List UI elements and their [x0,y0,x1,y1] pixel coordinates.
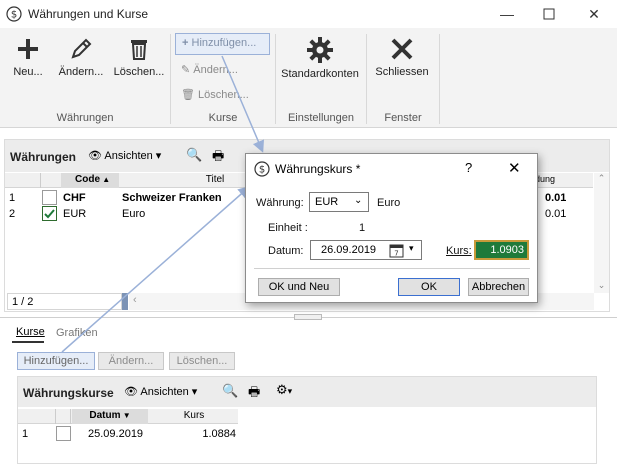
waehrung-select[interactable]: EUR ⌄ [309,192,369,212]
kurs-input[interactable]: 1.0903 [474,240,529,260]
ok-und-neu-button[interactable]: OK und Neu [258,278,340,296]
chevron-down-icon: ⌄ [354,195,363,206]
waehrung-label: Währung: [256,197,304,209]
dialog-divider [254,268,530,269]
help-button[interactable]: ? [465,160,472,175]
waehrung-value: EUR [315,196,339,208]
datum-value: 26.09.2019 [321,244,377,256]
waehrungskurs-dialog: $ Währungskurs * ? ✕ Währung: EUR ⌄ Euro… [245,153,538,303]
abbrechen-button[interactable]: Abbrechen [468,278,529,296]
dialog-close-icon[interactable]: ✕ [508,159,521,177]
einheit-label: Einheit : [268,222,308,234]
ok-button[interactable]: OK [398,278,460,296]
datum-picker[interactable]: 26.09.2019 7 ▾ [310,240,422,260]
currency-exchange-icon: $ [254,161,270,177]
svg-text:7: 7 [394,250,398,258]
calendar-icon[interactable]: 7 [389,243,404,258]
kurs-label: Kurs: [446,245,472,257]
svg-text:$: $ [259,165,265,176]
datum-label: Datum: [268,245,304,257]
dialog-title: Währungskurs * [275,162,361,176]
einheit-value: 1 [359,222,366,234]
chevron-down-icon[interactable]: ▾ [409,243,414,254]
waehrung-name: Euro [377,197,401,209]
